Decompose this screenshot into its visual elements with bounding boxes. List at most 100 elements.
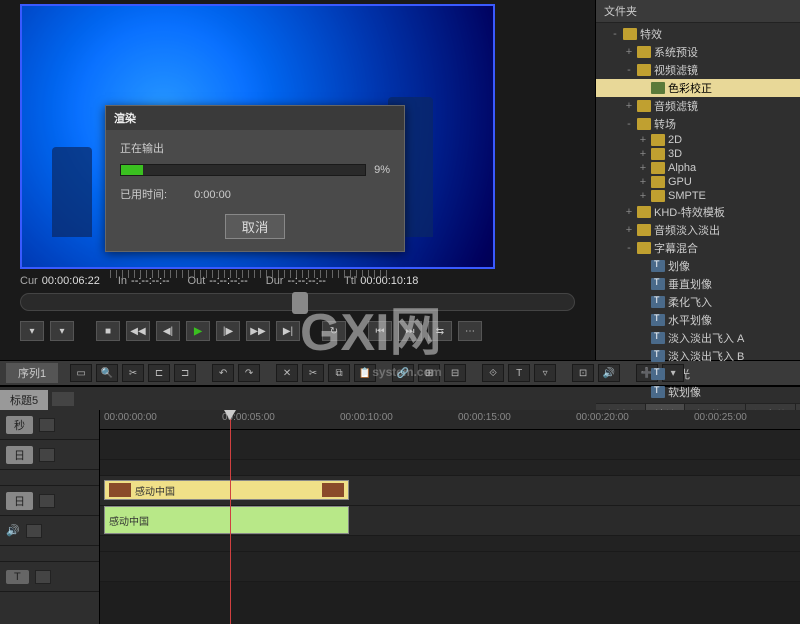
copy-button[interactable]: ⧉ [328, 364, 350, 382]
tree-item-0[interactable]: -特效 [596, 25, 800, 43]
tree-item-13[interactable]: -字幕混合 [596, 239, 800, 257]
jog-right-button[interactable]: ⏭ [398, 321, 422, 341]
tree-item-19[interactable]: 淡入淡出飞入 B [596, 347, 800, 365]
folder-icon [651, 134, 665, 146]
playhead[interactable] [230, 410, 231, 624]
tc-cur: 00:00:06:22 [42, 275, 100, 287]
stop-button[interactable]: ■ [96, 321, 120, 341]
unit-label[interactable]: 秒 [6, 416, 33, 434]
fx-icon [651, 82, 665, 94]
audio-clip[interactable]: 感动中国 [104, 506, 349, 534]
tool-select[interactable]: ▭ [70, 364, 92, 382]
fit-button[interactable]: ⊡ [572, 364, 594, 382]
tree-item-5[interactable]: -转场 [596, 115, 800, 133]
tree-item-16[interactable]: 柔化飞入 [596, 293, 800, 311]
shuttle-button[interactable]: ⇆ [428, 321, 452, 341]
cut-button[interactable]: ✂ [302, 364, 324, 382]
folder-icon [637, 46, 651, 58]
end-button[interactable]: ▶| [276, 321, 300, 341]
tree-item-6[interactable]: +2D [596, 133, 800, 147]
tree-item-8[interactable]: +Alpha [596, 161, 800, 175]
tool-zoom[interactable]: 🔍 [96, 364, 118, 382]
forward-button[interactable]: ▶▶ [246, 321, 270, 341]
cancel-button[interactable]: 取消 [225, 214, 286, 239]
title-tab[interactable]: 标题5 [0, 390, 48, 410]
timeline-area[interactable]: 00:00:00:0000:00:05:0000:00:10:0000:00:1… [100, 410, 800, 624]
clip-thumbnail [322, 483, 344, 497]
track-icon[interactable] [26, 524, 42, 538]
mark-in-button[interactable]: ▾ [20, 321, 44, 341]
tree-item-11[interactable]: +KHD-特效模板 [596, 203, 800, 221]
expand-icon[interactable] [39, 418, 55, 432]
tree-item-12[interactable]: +音频淡入淡出 [596, 221, 800, 239]
redo-button[interactable]: ↷ [238, 364, 260, 382]
tree-item-15[interactable]: 垂直划像 [596, 275, 800, 293]
ruler-tick: 00:00:00:00 [104, 412, 157, 423]
tree-item-4[interactable]: +音频滤镜 [596, 97, 800, 115]
effects-panel: 文件夹 -特效+系统预设-视频滤镜色彩校正+音频滤镜-转场+2D+3D+Alph… [595, 0, 800, 360]
title-button[interactable]: T [508, 364, 530, 382]
t-icon [651, 314, 665, 326]
t-icon [651, 278, 665, 290]
title-track-label[interactable]: T [6, 570, 29, 584]
timeline-ruler[interactable]: 00:00:00:0000:00:05:0000:00:10:0000:00:1… [100, 410, 800, 430]
link-button[interactable]: 🔗 [392, 364, 414, 382]
scrub-bar[interactable] [20, 293, 575, 311]
jog-left-button[interactable]: ⏮ [368, 321, 392, 341]
tool-slip[interactable]: ⊐ [174, 364, 196, 382]
title-track[interactable] [100, 552, 800, 582]
rewind-button[interactable]: ◀◀ [126, 321, 150, 341]
next-frame-button[interactable]: |▶ [216, 321, 240, 341]
tree-item-20[interactable]: 激光 [596, 365, 800, 383]
tree-item-1[interactable]: +系统预设 [596, 43, 800, 61]
tree-item-7[interactable]: +3D [596, 147, 800, 161]
mark-out-button[interactable]: ▾ [50, 321, 74, 341]
tool-cut[interactable]: ✂ [122, 364, 144, 382]
folder-icon [637, 206, 651, 218]
t-icon [651, 332, 665, 344]
tree-item-17[interactable]: 水平划像 [596, 311, 800, 329]
video-track[interactable]: 感动中国 [100, 476, 800, 506]
snap-dropdown[interactable] [52, 392, 74, 406]
tree-item-10[interactable]: +SMPTE [596, 189, 800, 203]
folder-icon [651, 176, 665, 188]
delete-button[interactable]: ✕ [276, 364, 298, 382]
folder-icon [637, 100, 651, 112]
track-icon[interactable] [35, 570, 51, 584]
transition-button[interactable]: ⟐ [482, 364, 504, 382]
sequence-tab[interactable]: 序列1 [6, 363, 58, 383]
loop-button[interactable]: ↻ [322, 321, 346, 341]
ungroup-button[interactable]: ⊟ [444, 364, 466, 382]
tree-item-21[interactable]: 软划像 [596, 383, 800, 401]
video-track-label[interactable]: 日 [6, 446, 33, 464]
speaker-icon[interactable]: 🔊 [6, 524, 20, 537]
t-icon [651, 350, 665, 362]
track-icon[interactable] [39, 494, 55, 508]
tree-item-18[interactable]: 淡入淡出飞入 A [596, 329, 800, 347]
undo-button[interactable]: ↶ [212, 364, 234, 382]
audio-track[interactable]: 感动中国 [100, 506, 800, 536]
prev-frame-button[interactable]: ◀| [156, 321, 180, 341]
video-clip[interactable]: 感动中国 [104, 480, 349, 500]
t-icon [651, 296, 665, 308]
tree-item-2[interactable]: -视频滤镜 [596, 61, 800, 79]
tree-item-14[interactable]: 划像 [596, 257, 800, 275]
paste-button[interactable]: 📋 [354, 364, 376, 382]
scrub-handle[interactable] [292, 292, 308, 314]
marker-button[interactable]: ▿ [534, 364, 556, 382]
tool-trim[interactable]: ⊏ [148, 364, 170, 382]
tree-item-9[interactable]: +GPU [596, 175, 800, 189]
progress-percent: 9% [374, 164, 390, 176]
t-icon [651, 368, 665, 380]
transport-controls: ▾ ▾ ■ ◀◀ ◀| ▶ |▶ ▶▶ ▶| ↻ ⏮ ⏭ ⇆ ⋯ [20, 317, 575, 345]
audio-button[interactable]: 🔊 [598, 364, 620, 382]
tree-item-3[interactable]: 色彩校正 [596, 79, 800, 97]
extra-button[interactable]: ⋯ [458, 321, 482, 341]
video-track2-label[interactable]: 日 [6, 492, 33, 510]
spacer-track [100, 536, 800, 552]
track-icon[interactable] [39, 448, 55, 462]
folder-icon [637, 224, 651, 236]
group-button[interactable]: ⊞ [418, 364, 440, 382]
play-button[interactable]: ▶ [186, 321, 210, 341]
more-button[interactable]: ▾ [662, 364, 684, 382]
